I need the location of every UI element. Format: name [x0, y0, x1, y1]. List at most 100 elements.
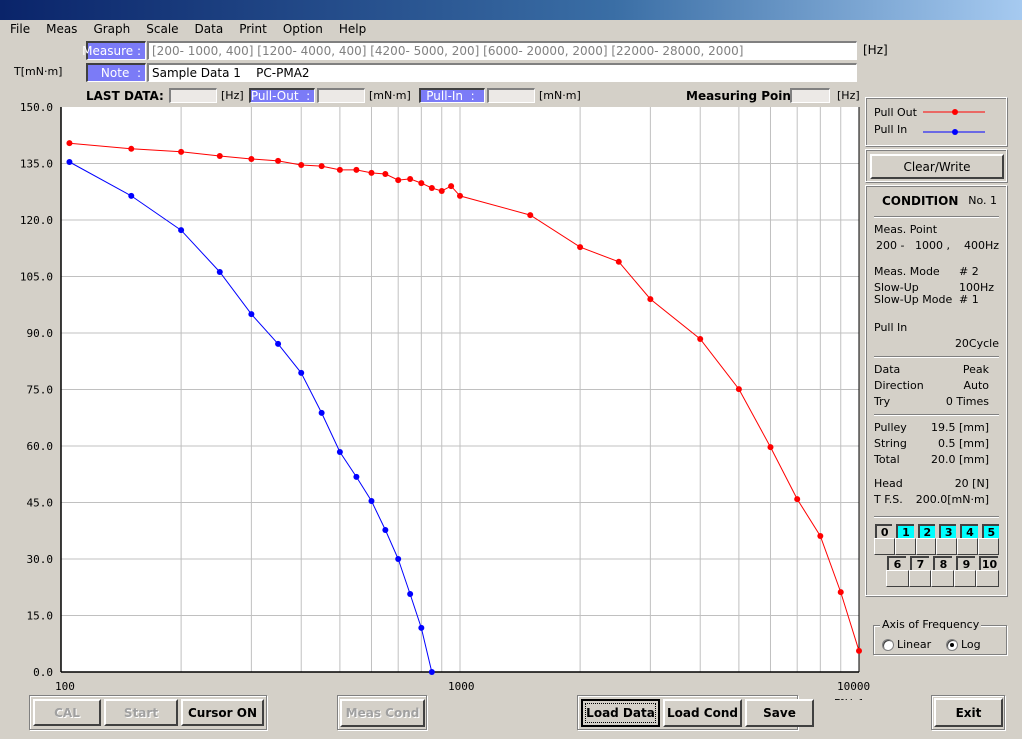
data-point-pull-out [457, 192, 463, 199]
data-point-pull-in [216, 268, 223, 275]
radio-linear-circle[interactable] [882, 638, 894, 651]
data-point-pull-out [178, 148, 185, 155]
data-point-pull-out [615, 258, 622, 265]
y-tick-label: 30.0 [27, 553, 54, 566]
slot-indicator-1: 1 [896, 524, 914, 539]
data-point-pull-out [368, 169, 375, 176]
load-cond-button[interactable]: Load Cond [663, 699, 742, 727]
data-point-pull-out [318, 163, 325, 170]
pulley-label: Pulley [874, 421, 907, 434]
slot-button-4[interactable] [957, 538, 979, 555]
meas-mode-label: Meas. Mode [874, 265, 940, 278]
legend-pull-out-label: Pull Out [874, 106, 917, 119]
slot-button-3[interactable] [936, 538, 958, 555]
slot-indicator-row-2: 6 7 8 9 10 [887, 556, 999, 571]
y-tick-label: 120.0 [20, 214, 53, 227]
slot-indicator-5: 5 [981, 524, 999, 539]
data-point-pull-in [275, 340, 282, 347]
data-point-pull-out [248, 155, 255, 162]
slot-button-7[interactable] [908, 570, 932, 587]
try-label: Try [874, 395, 891, 408]
slot-indicator-6: 6 [887, 556, 906, 571]
start-button[interactable]: Start [104, 699, 178, 726]
meas-cond-button[interactable]: Meas Cond [340, 699, 425, 727]
data-point-pull-in [395, 556, 402, 562]
slow-up-mode-value: # 1 [959, 293, 979, 306]
slot-button-2[interactable] [915, 538, 937, 555]
menu-file[interactable]: File [0, 21, 36, 39]
data-point-pull-out [428, 184, 435, 191]
data-point-pull-in [368, 497, 375, 504]
menu-data[interactable]: Data [185, 21, 230, 39]
cursor-on-button[interactable]: Cursor ON [181, 699, 264, 726]
direction-value: Auto [963, 379, 989, 392]
data-point-pull-out [353, 166, 360, 173]
data-point-pull-out [438, 187, 445, 194]
cal-button[interactable]: CAL [33, 699, 101, 726]
radio-log-circle[interactable] [946, 638, 958, 651]
data-point-pull-out [767, 444, 774, 451]
y-tick-label: 105.0 [20, 271, 53, 284]
menu-help[interactable]: Help [329, 21, 372, 39]
y-axis-unit: T[mN·m] [14, 65, 63, 78]
x-axis-label: F[Hz] [834, 697, 863, 700]
measure-label: Measure : [82, 41, 146, 60]
data-point-pull-out [407, 175, 414, 182]
data-point-pull-out [418, 180, 425, 187]
y-tick-label: 60.0 [27, 440, 54, 453]
menu-option[interactable]: Option [273, 21, 329, 39]
slow-up-mode-label: Slow-Up Mode [874, 293, 953, 306]
slot-indicator-7: 7 [910, 556, 929, 571]
menu-meas[interactable]: Meas [36, 21, 83, 39]
data-point-pull-in [407, 591, 414, 598]
measure-field[interactable]: [200- 1000, 400] [1200- 4000, 400] [4200… [147, 41, 857, 60]
save-button[interactable]: Save [745, 699, 814, 727]
slot-button-10[interactable] [976, 570, 999, 587]
load-data-button[interactable]: Load Data [581, 699, 660, 727]
y-tick-label: 90.0 [27, 327, 54, 340]
radio-log[interactable]: Log [946, 638, 981, 651]
legend-panel: Pull Out Pull In [865, 97, 1008, 147]
clear-write-button[interactable]: Clear/Write [870, 154, 1004, 179]
y-tick-label: 45.0 [27, 497, 54, 510]
radio-linear[interactable]: Linear [882, 638, 931, 651]
meas-mode-value: # 2 [959, 265, 979, 278]
pulley-value: 19.5 [mm] [930, 421, 989, 434]
slot-indicator-2: 2 [917, 524, 935, 539]
slot-button-0[interactable] [874, 538, 895, 555]
legend-pull-in-label: Pull In [874, 123, 908, 136]
data-point-pull-out [336, 166, 343, 173]
clear-write-panel: Clear/Write [865, 149, 1008, 183]
data-point-pull-in [128, 192, 135, 199]
x-tick-label: 100 [55, 680, 75, 693]
slot-button-6[interactable] [886, 570, 909, 587]
slot-button-1[interactable] [894, 538, 916, 555]
head-label: Head [874, 477, 903, 490]
slot-button-9[interactable] [953, 570, 977, 587]
slot-indicator-4: 4 [960, 524, 978, 539]
condition-panel: CONDITION No. 1 Meas. Point 200 - 1000 ,… [865, 185, 1008, 597]
y-tick-label: 15.0 [27, 610, 54, 623]
data-point-pull-out [395, 177, 402, 184]
meas-point-label: Meas. Point [874, 223, 938, 236]
data-point-pull-out [817, 533, 824, 540]
menu-scale[interactable]: Scale [136, 21, 184, 39]
data-point-pull-out [275, 157, 282, 164]
x-tick-label: 10000 [837, 680, 870, 693]
data-point-pull-in [382, 526, 389, 533]
data-point-pull-out [794, 496, 801, 503]
note-field[interactable]: Sample Data 1 PC-PMA2 [147, 63, 857, 82]
total-label: Total [874, 453, 900, 466]
slot-button-5[interactable] [978, 538, 999, 555]
menu-print[interactable]: Print [229, 21, 273, 39]
slot-indicator-10: 10 [979, 556, 998, 571]
exit-button[interactable]: Exit [934, 698, 1003, 727]
menu-graph[interactable]: Graph [83, 21, 136, 39]
slot-button-8[interactable] [931, 570, 954, 587]
measure-unit: [Hz] [863, 43, 888, 57]
torque-frequency-chart[interactable]: 150.0 135.0 120.0 105.0 90.0 75.0 60.0 45.0 30.0… [0, 100, 870, 700]
data-point-pull-in [66, 158, 73, 165]
data-point-pull-in [336, 449, 343, 456]
legend-pull-in-line [923, 129, 985, 135]
slot-button-row-2 [886, 570, 999, 587]
